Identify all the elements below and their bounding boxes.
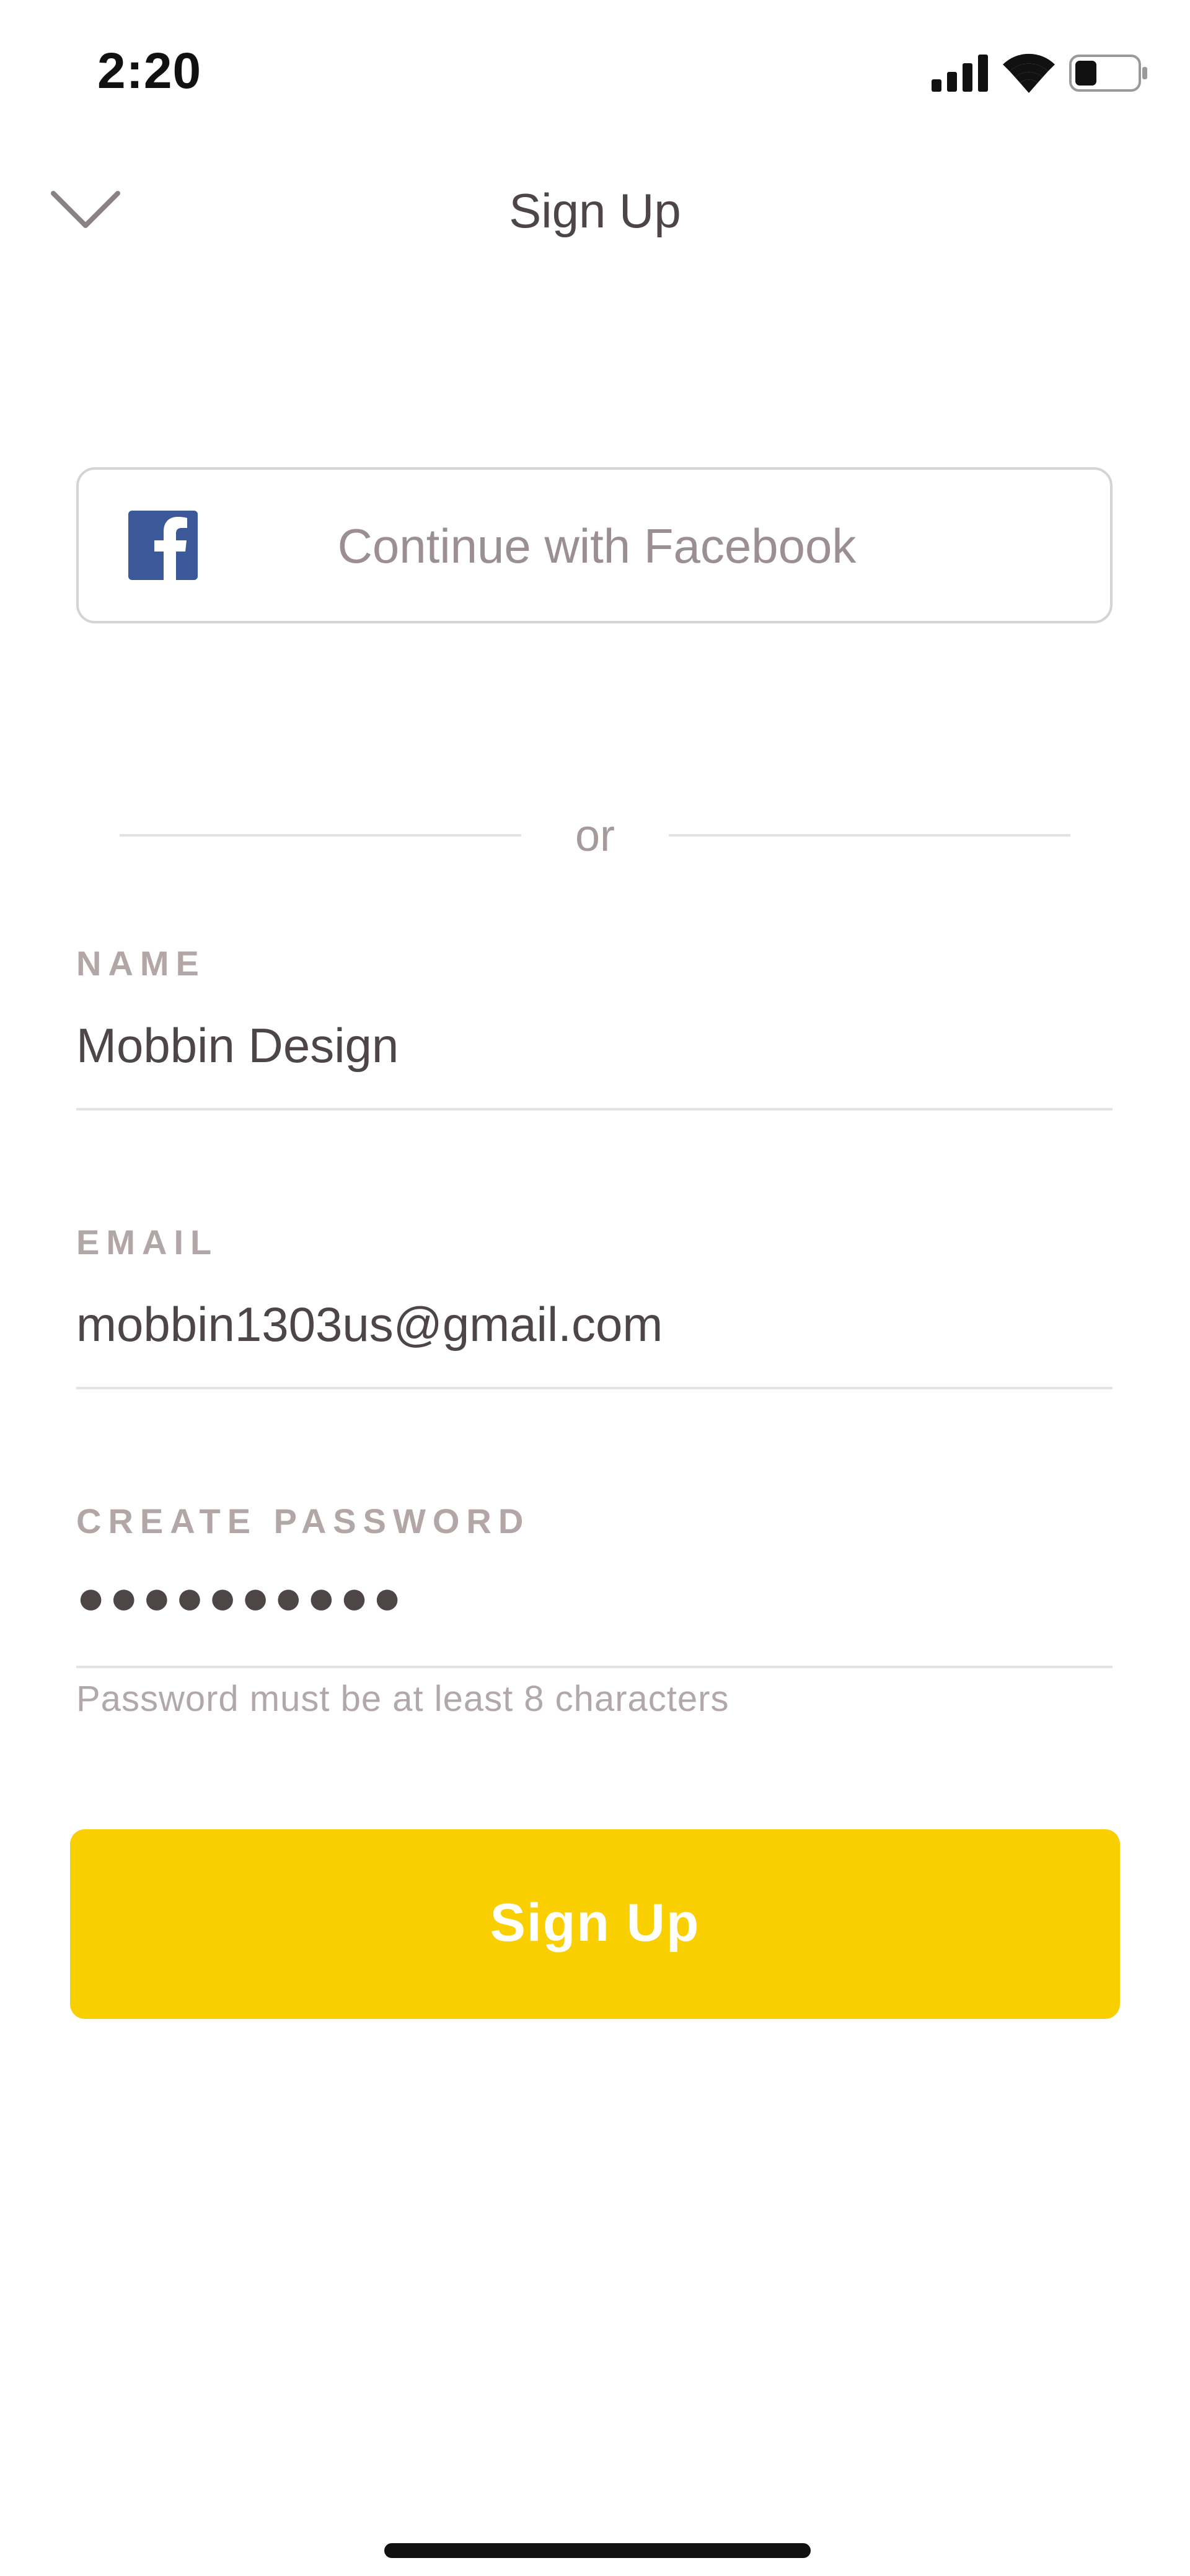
sign-up-button[interactable]: Sign Up <box>70 1829 1120 2019</box>
name-underline <box>76 1108 1113 1110</box>
password-hint: Password must be at least 8 characters <box>76 1679 729 1719</box>
email-input[interactable] <box>76 1290 1113 1358</box>
name-label: NAME <box>76 944 206 983</box>
or-divider: or <box>0 806 1190 868</box>
password-label: CREATE PASSWORD <box>76 1501 531 1541</box>
continue-with-facebook-button[interactable]: Continue with Facebook <box>76 467 1113 623</box>
email-label: EMAIL <box>76 1223 219 1262</box>
battery-icon <box>1069 55 1147 92</box>
email-field: EMAIL <box>76 1222 1113 1396</box>
nav-bar: Sign Up <box>0 155 1190 273</box>
status-bar: 2:20 <box>0 0 1190 143</box>
facebook-button-label: Continue with Facebook <box>337 519 857 573</box>
name-field: NAME <box>76 943 1113 1117</box>
sign-up-button-label: Sign Up <box>490 1893 700 1953</box>
cellular-signal-icon <box>932 55 988 92</box>
wifi-icon <box>1003 53 1055 93</box>
home-indicator[interactable] <box>384 2543 811 2558</box>
page-title: Sign Up <box>509 183 681 238</box>
divider-line-right <box>669 834 1070 837</box>
status-time: 2:20 <box>97 43 202 99</box>
name-input[interactable] <box>76 1011 1113 1079</box>
password-field: CREATE PASSWORD ●●●●●●●●●● Password must… <box>76 1501 1113 1736</box>
password-underline <box>76 1666 1113 1668</box>
email-underline <box>76 1387 1113 1389</box>
password-input[interactable]: ●●●●●●●●●● <box>76 1569 1113 1637</box>
